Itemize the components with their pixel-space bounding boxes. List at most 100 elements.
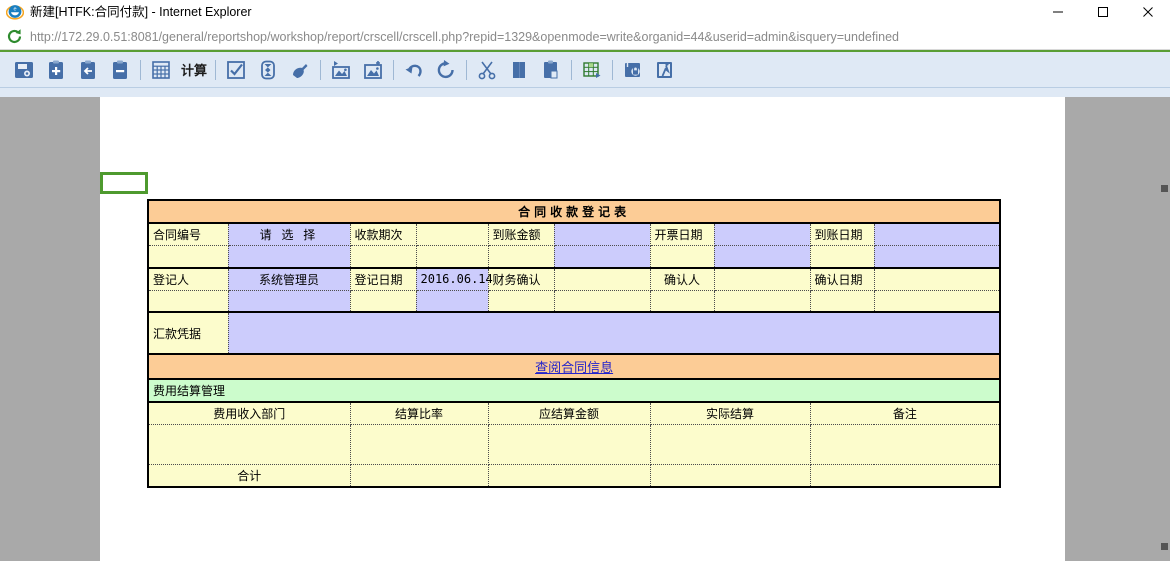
table-row-spacer bbox=[147, 245, 1001, 268]
spacer-cell bbox=[713, 289, 811, 313]
refresh-icon[interactable] bbox=[6, 28, 23, 45]
cell-due-amount[interactable] bbox=[487, 424, 651, 465]
spacer-cell bbox=[487, 245, 555, 268]
table-row bbox=[147, 424, 1001, 465]
grid-play-icon[interactable] bbox=[576, 54, 608, 86]
redo-icon[interactable] bbox=[430, 54, 462, 86]
spacer-cell bbox=[147, 245, 229, 268]
finance-confirm-value[interactable] bbox=[553, 266, 651, 291]
contract-no-select[interactable]: 请 选 择 bbox=[227, 222, 351, 246]
pour-icon[interactable] bbox=[284, 54, 316, 86]
spacer-cell bbox=[349, 245, 417, 268]
voucher-value[interactable] bbox=[227, 311, 1001, 355]
reg-date-label: 登记日期 bbox=[349, 266, 417, 291]
spacer-cell bbox=[227, 245, 351, 268]
contract-info-link[interactable]: 查阅合同信息 bbox=[535, 361, 613, 376]
window-controls bbox=[1035, 0, 1170, 24]
spacer-cell bbox=[553, 289, 651, 313]
invoice-date-value[interactable] bbox=[713, 222, 811, 246]
toolbar-separator bbox=[567, 59, 576, 81]
table-row: 登记人 系统管理员 登记日期 2016.06.14 财务确认 确认人 确认日期 bbox=[147, 266, 1001, 291]
confirmer-value[interactable] bbox=[713, 266, 811, 291]
total-label: 合计 bbox=[147, 464, 351, 488]
calc-label[interactable]: 计算 bbox=[177, 60, 211, 79]
col-header-actual: 实际结算 bbox=[649, 401, 811, 425]
confirm-date-value[interactable] bbox=[873, 266, 1001, 291]
confirmer-label: 确认人 bbox=[649, 266, 715, 291]
lock-icon[interactable] bbox=[617, 54, 649, 86]
image-add-icon[interactable] bbox=[357, 54, 389, 86]
delete-row-icon[interactable] bbox=[104, 54, 136, 86]
spacer-cell bbox=[873, 245, 1001, 268]
hourglass-icon[interactable] bbox=[252, 54, 284, 86]
col-header-ratio: 结算比率 bbox=[349, 401, 489, 425]
period-label: 收款期次 bbox=[349, 222, 417, 246]
maximize-button[interactable] bbox=[1080, 0, 1125, 24]
cut-icon[interactable] bbox=[471, 54, 503, 86]
section-heading-row: 费用结算管理 bbox=[147, 378, 1001, 403]
calculator-icon[interactable] bbox=[145, 54, 177, 86]
exit-icon[interactable] bbox=[649, 54, 681, 86]
contract-info-link-cell[interactable]: 查阅合同信息 bbox=[147, 353, 1001, 380]
minimize-button[interactable] bbox=[1035, 0, 1080, 24]
undo-icon[interactable] bbox=[398, 54, 430, 86]
close-button[interactable] bbox=[1125, 0, 1170, 24]
spacer-cell bbox=[649, 245, 715, 268]
spacer-cell bbox=[809, 245, 875, 268]
registrant-value[interactable]: 系统管理员 bbox=[227, 266, 351, 291]
toolbar-separator bbox=[462, 59, 471, 81]
toolbar-separator bbox=[136, 59, 145, 81]
cell-remark[interactable] bbox=[809, 424, 1001, 465]
voucher-label: 汇款凭据 bbox=[147, 311, 229, 355]
table-row: 查阅合同信息 bbox=[147, 353, 1001, 380]
total-remark bbox=[809, 464, 1001, 488]
cell-ratio[interactable] bbox=[349, 424, 489, 465]
cell-actual[interactable] bbox=[649, 424, 811, 465]
paste-icon[interactable] bbox=[535, 54, 567, 86]
spacer-cell bbox=[713, 245, 811, 268]
copy-icon[interactable] bbox=[503, 54, 535, 86]
save-icon[interactable] bbox=[8, 54, 40, 86]
selected-cell-indicator[interactable] bbox=[100, 172, 148, 194]
contract-no-label: 合同编号 bbox=[147, 222, 229, 246]
report-title-row: 合同收款登记表 bbox=[147, 199, 1001, 224]
image-play-icon[interactable] bbox=[325, 54, 357, 86]
svg-text:e: e bbox=[13, 6, 16, 12]
report-toolbar: 计算 bbox=[0, 50, 1170, 88]
invoice-date-label: 开票日期 bbox=[649, 222, 715, 246]
report-page: 合同收款登记表 合同编号 请 选 择 收款期次 到账金额 开票日期 到账日期 登… bbox=[100, 97, 1065, 561]
col-header-due-amount: 应结算金额 bbox=[487, 401, 651, 425]
toolbar-separator bbox=[389, 59, 398, 81]
spacer-cell bbox=[553, 245, 651, 268]
cell-dept[interactable] bbox=[147, 424, 351, 465]
table-row-spacer bbox=[147, 289, 1001, 313]
table-total-row: 合计 bbox=[147, 464, 1001, 488]
document-workspace: 合同收款登记表 合同编号 请 选 择 收款期次 到账金额 开票日期 到账日期 登… bbox=[0, 88, 1170, 561]
address-bar[interactable]: http://172.29.0.51:8081/general/reportsh… bbox=[0, 24, 1170, 50]
spacer-cell bbox=[415, 245, 489, 268]
finance-confirm-label: 财务确认 bbox=[487, 266, 555, 291]
total-ratio bbox=[349, 464, 489, 488]
window-title: 新建[HTFK:合同付款] - Internet Explorer bbox=[30, 4, 252, 19]
period-value[interactable] bbox=[415, 222, 489, 246]
spacer-cell bbox=[649, 289, 715, 313]
arrival-date-value[interactable] bbox=[873, 222, 1001, 246]
toolbar-separator bbox=[211, 59, 220, 81]
registrant-label: 登记人 bbox=[147, 266, 229, 291]
add-row-icon[interactable] bbox=[40, 54, 72, 86]
scroll-mark-bottom[interactable] bbox=[1161, 543, 1168, 550]
spacer-cell bbox=[147, 289, 229, 313]
check-icon[interactable] bbox=[220, 54, 252, 86]
total-due-amount bbox=[487, 464, 651, 488]
scroll-mark-top[interactable] bbox=[1161, 185, 1168, 192]
amount-value[interactable] bbox=[553, 222, 651, 246]
spacer-cell bbox=[809, 289, 875, 313]
table-header-row: 费用收入部门 结算比率 应结算金额 实际结算 备注 bbox=[147, 401, 1001, 425]
spacer-cell bbox=[349, 289, 417, 313]
table-row: 汇款凭据 bbox=[147, 311, 1001, 355]
total-actual bbox=[649, 464, 811, 488]
arrival-date-label: 到账日期 bbox=[809, 222, 875, 246]
spacer-cell bbox=[227, 289, 351, 313]
reg-date-value[interactable]: 2016.06.14 bbox=[415, 266, 493, 291]
import-icon[interactable] bbox=[72, 54, 104, 86]
